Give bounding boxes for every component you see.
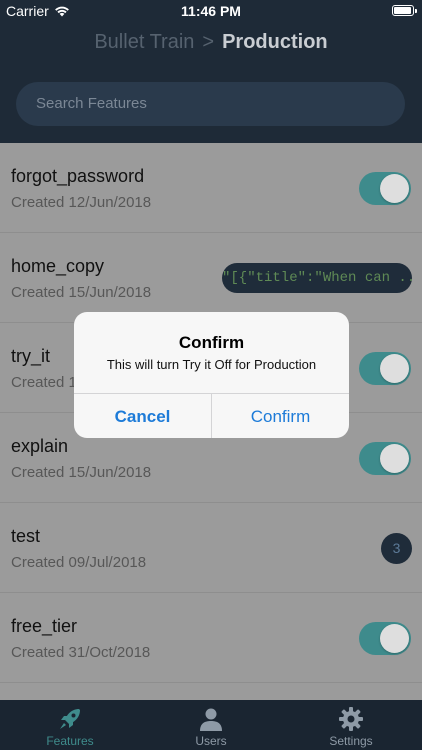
feature-created-date: Created 15/Jun/2018 [11,464,152,481]
feature-name: home_copy [11,256,105,276]
tab-bar: Features Users Settings [0,700,422,750]
tab-label: Settings [329,734,373,748]
feature-created-date: Created 12/Jun/2018 [11,194,152,211]
battery-level [394,7,411,14]
breadcrumb-parent[interactable]: Bullet Train [94,31,194,53]
status-time: 11:46 PM [181,3,241,19]
feature-toggle[interactable] [359,172,411,205]
feature-name: test [11,526,41,546]
feature-created-date: Created 1 [11,374,77,391]
header: Carrier 11:46 PM Bullet Train > Production… [0,0,422,143]
feature-created-date: Created 31/Oct/2018 [11,644,151,661]
feature-row[interactable]: forgot_password Created 12/Jun/2018 [0,143,422,233]
feature-name: free_tier [11,616,78,636]
cancel-button[interactable]: Cancel [74,394,212,438]
feature-row[interactable]: free_tier Created 31/Oct/2018 [0,593,422,683]
page-title: Production [222,31,328,53]
gear-icon [339,707,363,731]
chevron-right-icon: > [202,31,215,53]
confirm-button[interactable]: Confirm [212,394,349,438]
search-input[interactable]: Search Features [16,82,405,126]
toggle-knob [380,624,409,653]
status-bar: Carrier 11:46 PM [0,0,422,22]
confirm-dialog: Confirm This will turn Try it Off for Pr… [74,312,349,438]
feature-name: forgot_password [11,166,145,186]
feature-toggle[interactable] [359,352,411,385]
dialog-actions: Cancel Confirm [74,393,349,438]
rocket-icon [60,709,80,729]
battery-icon [392,5,417,16]
dialog-title: Confirm [178,333,245,352]
feature-toggle[interactable] [359,442,411,475]
feature-name: explain [11,436,69,456]
feature-created-date: Created 15/Jun/2018 [11,284,152,301]
feature-value-pill[interactable]: "[{"title":"When can ..." [222,263,412,293]
user-icon [200,708,222,731]
app-screen: Carrier 11:46 PM Bullet Train > Production… [0,0,422,750]
tab-users[interactable]: Users [141,700,281,750]
breadcrumb: Bullet Train > Production [0,31,422,54]
tab-label: Users [195,734,227,748]
toggle-knob [380,444,409,473]
feature-toggle[interactable] [359,622,411,655]
toggle-knob [380,354,409,383]
tab-settings[interactable]: Settings [281,700,421,750]
feature-row[interactable]: home_copy Created 15/Jun/2018 "[{"title":"… [0,233,422,323]
feature-name: try_it [11,346,51,366]
tab-features[interactable]: Features [0,700,140,750]
feature-created-date: Created 09/Jul/2018 [11,554,147,571]
feature-value-badge[interactable]: 3 [381,533,412,564]
toggle-knob [380,174,409,203]
dialog-message: This will turn Try it Off for Production [106,357,317,372]
feature-row[interactable]: test Created 09/Jul/2018 3 [0,503,422,593]
tab-label: Features [46,734,94,748]
search-placeholder: Search Features [36,95,147,112]
